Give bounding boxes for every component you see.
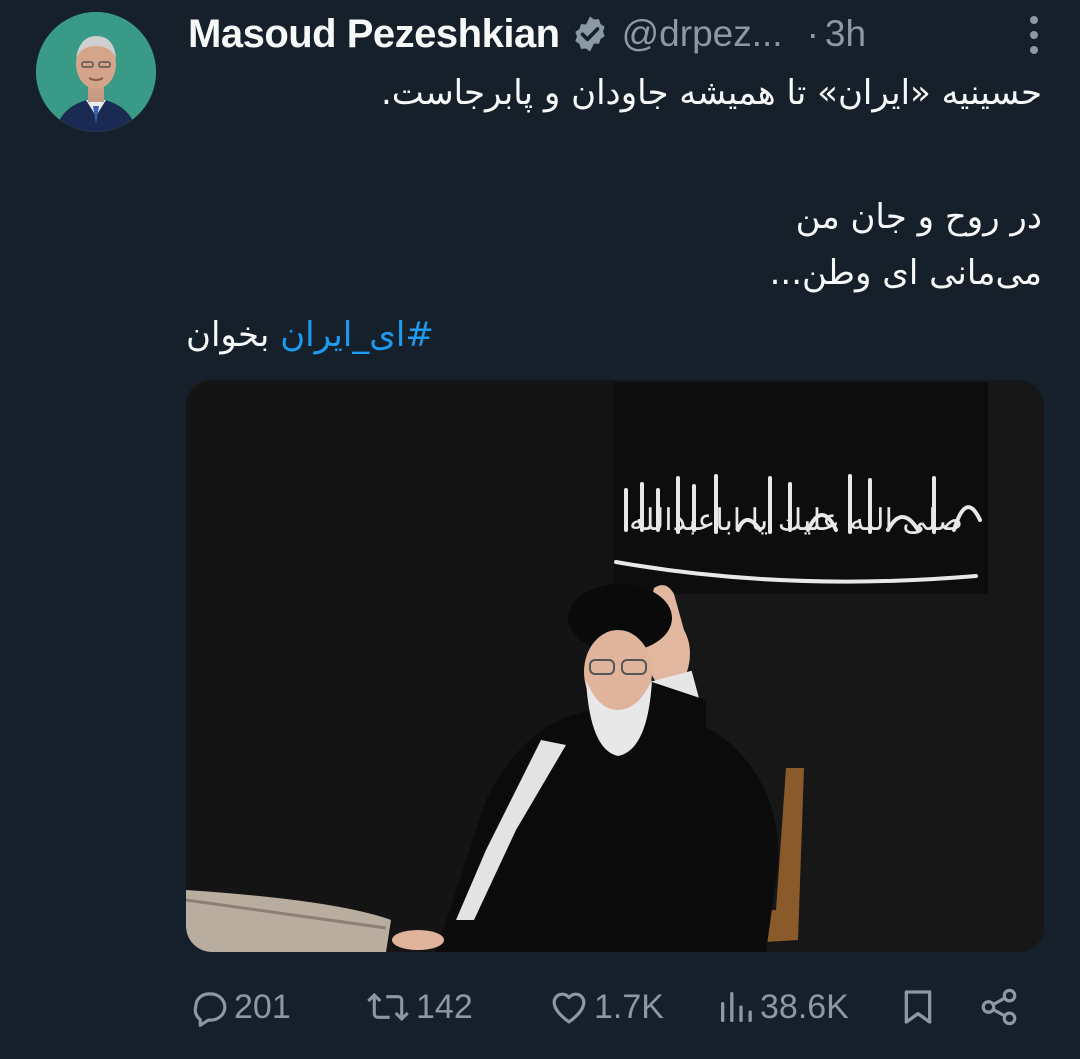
views-count: 38.6K — [760, 987, 849, 1026]
reply-button[interactable]: 201 — [188, 982, 291, 1032]
avatar[interactable] — [36, 12, 156, 132]
tweet-action-bar: 201 142 1.7K 38.6K — [186, 982, 1026, 1032]
hashtag-line: #ای_ایران بخوان — [186, 312, 434, 358]
hashtag-link[interactable]: #ای_ایران — [280, 315, 434, 355]
separator-dot: · — [806, 13, 819, 54]
heart-icon — [552, 992, 586, 1024]
tweet-text-line: در روح و جان من — [795, 197, 1042, 237]
hashtag-tail-text: بخوان — [186, 315, 270, 355]
retweet-button[interactable]: 142 — [364, 982, 473, 1032]
tweet-media-image[interactable]: صلى الله عليك يا اباعبدالله — [186, 380, 1044, 952]
author-handle[interactable]: @drpez... — [622, 13, 783, 55]
timestamp[interactable]: 3h — [825, 13, 866, 55]
media-photo: صلى الله عليك يا اباعبدالله — [186, 380, 1044, 952]
share-icon — [981, 988, 1017, 1026]
tweet-header: Masoud Pezeshkian @drpez... · 3h — [188, 8, 1048, 60]
retweet-count: 142 — [416, 987, 473, 1026]
views-chart-icon — [721, 992, 752, 1022]
views-button[interactable]: 38.6K — [716, 982, 849, 1032]
avatar-portrait — [36, 12, 156, 132]
reply-icon — [193, 992, 227, 1027]
bookmark-button[interactable] — [898, 982, 942, 1032]
reply-count: 201 — [234, 987, 291, 1026]
like-count: 1.7K — [594, 987, 664, 1026]
share-button[interactable] — [978, 982, 1024, 1032]
retweet-icon — [367, 992, 409, 1022]
like-button[interactable]: 1.7K — [548, 982, 664, 1032]
banner-calligraphy: صلى الله عليك يا اباعبدالله — [629, 503, 963, 538]
tweet-text-line: حسینیه «ایران» تا همیشه جاودان و پابرجاس… — [381, 73, 1042, 113]
tweet-text-line: می‌مانی ای وطن... — [769, 253, 1042, 293]
bookmark-icon — [904, 990, 932, 1024]
more-vertical-icon[interactable] — [1028, 14, 1040, 56]
verified-badge-icon — [574, 16, 605, 52]
author-name[interactable]: Masoud Pezeshkian — [188, 12, 560, 57]
